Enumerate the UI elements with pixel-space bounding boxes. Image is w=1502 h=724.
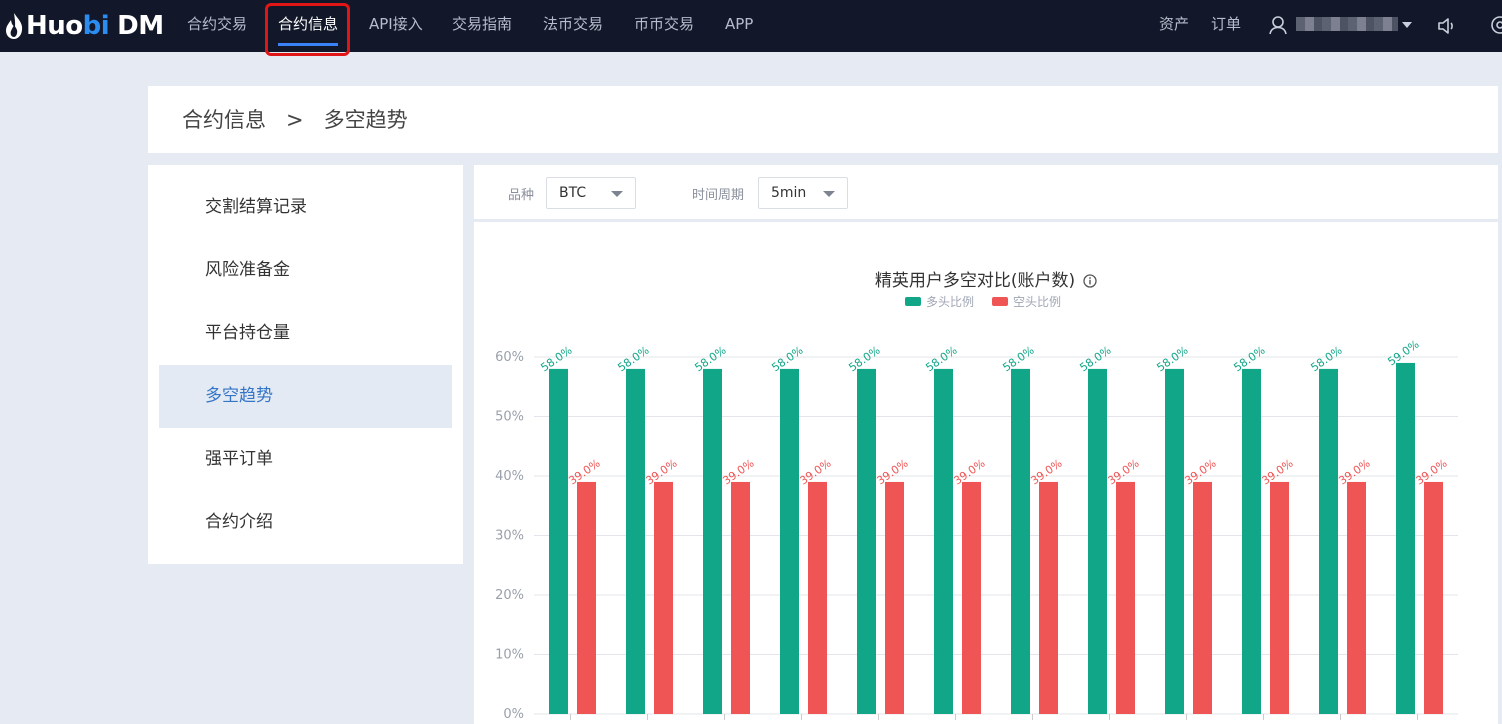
long-short-bar-chart: 0%10%20%30%40%50%60% 58.0% 58.0% 58.0% 58.0%… xyxy=(495,338,1458,722)
sidebar-item-delivery-records[interactable]: 交割结算记录 xyxy=(159,176,452,239)
y-tick-label: 60% xyxy=(495,350,524,365)
huobi-dm-logo[interactable]: Huo bi DM xyxy=(4,10,164,42)
bar-short xyxy=(885,481,904,714)
nav-coin-trading[interactable]: 币币交易 xyxy=(634,0,694,52)
logo-text-huo: Huo xyxy=(26,11,83,41)
sidebar-item-liquidation-orders[interactable]: 强平订单 xyxy=(159,428,452,491)
logo-text-bi: bi xyxy=(82,11,110,41)
symbol-label: 品种 xyxy=(508,188,535,203)
info-icon[interactable] xyxy=(1083,274,1097,288)
settings-icon[interactable] xyxy=(1488,15,1502,35)
sidebar-item-open-interest[interactable]: 平台持仓量 xyxy=(159,302,452,365)
user-icon[interactable] xyxy=(1268,15,1288,35)
top-navbar: Huo bi DM 合约交易 合约信息 API接入 交易指南 法币交易 币币交易 A… xyxy=(0,0,1502,56)
legend-label-short: 空头比例 xyxy=(1013,295,1062,309)
breadcrumb-current: 多空趋势 xyxy=(323,108,408,132)
chart-title-text: 精英用户多空对比(账户数) xyxy=(874,271,1076,291)
y-tick-label: 50% xyxy=(495,410,524,425)
bar-short xyxy=(1039,481,1058,714)
bar-long xyxy=(1011,368,1030,714)
bar-short xyxy=(1116,481,1135,714)
dropdown-arrow-icon xyxy=(823,191,835,197)
breadcrumb-parent[interactable]: 合约信息 xyxy=(182,108,266,132)
bar-long xyxy=(857,368,876,714)
breadcrumb-separator: > xyxy=(286,108,304,132)
bar-short xyxy=(654,481,673,714)
bar-long xyxy=(1396,362,1415,714)
legend-item-long[interactable]: 多头比例 xyxy=(905,293,974,309)
y-tick-label: 30% xyxy=(495,529,524,544)
chart-title: 精英用户多空对比(账户数) xyxy=(474,266,1498,291)
bar-long xyxy=(1242,368,1261,714)
chevron-down-icon[interactable] xyxy=(1402,22,1412,28)
bar-long xyxy=(934,368,953,714)
y-tick-label: 20% xyxy=(495,588,524,603)
nav-assets[interactable]: 资产 xyxy=(1159,0,1189,52)
y-tick-label: 40% xyxy=(495,469,524,484)
period-select[interactable]: 5min xyxy=(758,177,848,209)
bar-long xyxy=(1088,368,1107,714)
bar-long xyxy=(549,368,568,714)
nav-contract-trading[interactable]: 合约交易 xyxy=(187,0,247,52)
bar-long xyxy=(626,368,645,714)
symbol-select[interactable]: BTC xyxy=(546,177,636,209)
bar-short xyxy=(962,481,981,714)
active-nav-highlight-box xyxy=(265,3,350,56)
logo-text-dm: DM xyxy=(117,11,164,41)
sidebar: 交割结算记录 风险准备金 平台持仓量 多空趋势 强平订单 合约介绍 xyxy=(148,165,463,564)
flame-logo-icon xyxy=(6,13,23,39)
nav-orders[interactable]: 订单 xyxy=(1211,0,1241,52)
legend-item-short[interactable]: 空头比例 xyxy=(992,293,1061,309)
sidebar-item-risk-reserve[interactable]: 风险准备金 xyxy=(159,239,452,302)
nav-app[interactable]: APP xyxy=(725,0,753,52)
period-label: 时间周期 xyxy=(692,188,745,203)
symbol-select-value: BTC xyxy=(559,185,587,201)
bar-long xyxy=(1165,368,1184,714)
nav-api-access[interactable]: API接入 xyxy=(369,0,423,52)
chart-panel: 0% 10% 20% 30% 40% 50% 60% 58.0% 58.0% 58.0% 58.0%… xyxy=(474,222,1498,724)
speaker-icon[interactable] xyxy=(1437,16,1457,36)
legend-swatch-long xyxy=(905,297,921,306)
bar-long xyxy=(703,368,722,714)
dropdown-arrow-icon xyxy=(611,191,623,197)
bar-short xyxy=(1193,481,1212,714)
filter-bar: 品种 BTC 时间周期 5min xyxy=(474,165,1498,219)
sidebar-item-long-short-trend[interactable]: 多空趋势 xyxy=(159,365,452,428)
bar-short xyxy=(577,481,596,714)
period-select-value: 5min xyxy=(771,185,807,201)
nav-fiat-trading[interactable]: 法币交易 xyxy=(543,0,603,52)
sidebar-item-contract-intro[interactable]: 合约介绍 xyxy=(159,491,452,554)
y-tick-label: 10% xyxy=(495,648,524,663)
y-tick-label: 0% xyxy=(503,707,524,722)
bar-long xyxy=(780,368,799,714)
bar-long xyxy=(1319,368,1338,714)
bar-short xyxy=(808,481,827,714)
breadcrumb: 合约信息 > 多空趋势 xyxy=(182,104,408,134)
bar-short xyxy=(731,481,750,714)
bar-short xyxy=(1270,481,1289,714)
bar-short xyxy=(1347,481,1366,714)
legend-label-long: 多头比例 xyxy=(926,295,975,309)
username-redacted[interactable] xyxy=(1296,17,1398,31)
bar-short xyxy=(1424,481,1443,714)
legend-swatch-short xyxy=(992,297,1008,306)
breadcrumb-panel: 合约信息 > 多空趋势 xyxy=(148,86,1498,153)
nav-trading-guide[interactable]: 交易指南 xyxy=(452,0,512,52)
